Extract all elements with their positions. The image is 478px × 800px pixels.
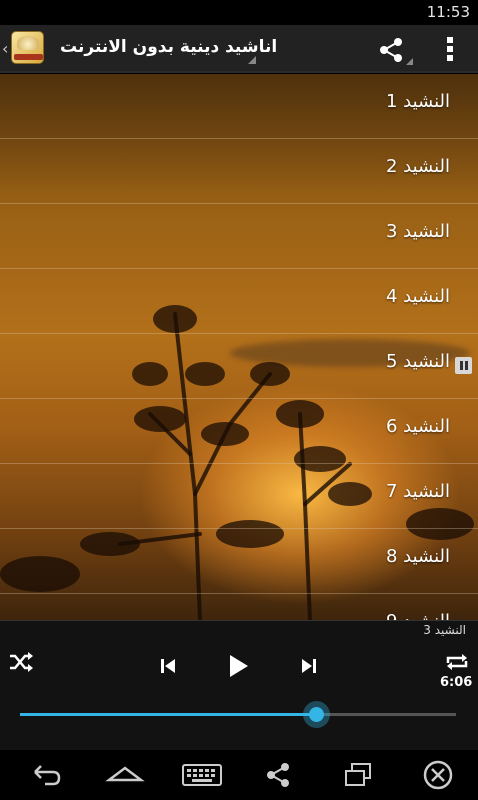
list-item[interactable]: النشيد 9 — [0, 594, 478, 620]
track-list-panel[interactable]: النشيد 1 النشيد 2 النشيد 3 النشيد 4 النش… — [0, 74, 478, 620]
repeat-button[interactable] — [444, 651, 470, 673]
pause-icon[interactable] — [455, 357, 472, 374]
keyboard-icon — [182, 764, 222, 786]
player-controls: النشيد 3 6:06 — [0, 620, 478, 750]
shuffle-icon — [10, 652, 33, 672]
system-nav-bar — [0, 750, 478, 800]
seek-bar-thumb[interactable] — [303, 701, 331, 728]
play-icon — [230, 655, 248, 677]
overflow-menu-button[interactable] — [428, 29, 472, 69]
close-button[interactable] — [418, 758, 458, 792]
app-logo-icon[interactable] — [11, 31, 44, 64]
home-button[interactable] — [105, 758, 145, 792]
now-playing-title: النشيد 3 — [423, 623, 466, 637]
list-item[interactable]: النشيد 8 — [0, 529, 478, 594]
track-label: النشيد 9 — [386, 611, 450, 620]
track-duration: 6:06 — [440, 675, 473, 690]
track-label: النشيد 8 — [385, 546, 450, 567]
shuffle-button[interactable] — [8, 651, 34, 673]
back-icon — [34, 765, 61, 786]
close-icon — [423, 760, 453, 790]
keyboard-button[interactable] — [180, 758, 222, 792]
list-item[interactable]: النشيد 6 — [0, 399, 478, 464]
skip-previous-icon — [161, 659, 175, 673]
track-label: النشيد 7 — [385, 481, 450, 502]
seek-bar-progress — [20, 713, 317, 716]
skip-next-icon — [302, 659, 316, 673]
track-label: النشيد 1 — [385, 91, 450, 112]
status-time: 11:53 — [426, 3, 470, 21]
next-button[interactable] — [298, 655, 320, 677]
back-button[interactable] — [25, 758, 65, 792]
recent-apps-button[interactable] — [338, 758, 378, 792]
repeat-icon — [446, 654, 468, 670]
track-label: النشيد 6 — [385, 416, 450, 437]
track-label: النشيد 2 — [385, 156, 450, 177]
list-item-playing[interactable]: النشيد 5 — [0, 334, 478, 399]
list-item[interactable]: النشيد 7 — [0, 464, 478, 529]
app-title: اناشيد دينية بدون الانترنت — [60, 37, 278, 57]
list-item[interactable]: النشيد 3 — [0, 204, 478, 269]
previous-button[interactable] — [157, 655, 179, 677]
play-button[interactable] — [226, 653, 250, 679]
track-list: النشيد 1 النشيد 2 النشيد 3 النشيد 4 النش… — [0, 74, 478, 620]
list-item[interactable]: النشيد 1 — [0, 74, 478, 139]
chevron-left-icon[interactable]: ‹ — [2, 39, 8, 58]
track-label: النشيد 4 — [385, 286, 450, 307]
nav-share-button[interactable] — [258, 758, 298, 792]
share-button[interactable] — [370, 29, 416, 69]
overflow-menu-icon — [447, 37, 453, 61]
home-icon — [105, 766, 145, 782]
track-label: النشيد 3 — [385, 221, 450, 242]
seek-bar[interactable] — [20, 701, 456, 728]
share-icon — [380, 38, 402, 62]
track-label: النشيد 5 — [385, 351, 450, 372]
recent-apps-icon — [345, 763, 371, 786]
list-item[interactable]: النشيد 4 — [0, 269, 478, 334]
list-item[interactable]: النشيد 2 — [0, 139, 478, 204]
action-bar: ‹ اناشيد دينية بدون الانترنت — [0, 25, 478, 73]
share-icon — [267, 763, 289, 787]
title-dropdown-indicator-icon — [248, 56, 256, 64]
status-bar: 11:53 — [0, 0, 478, 25]
